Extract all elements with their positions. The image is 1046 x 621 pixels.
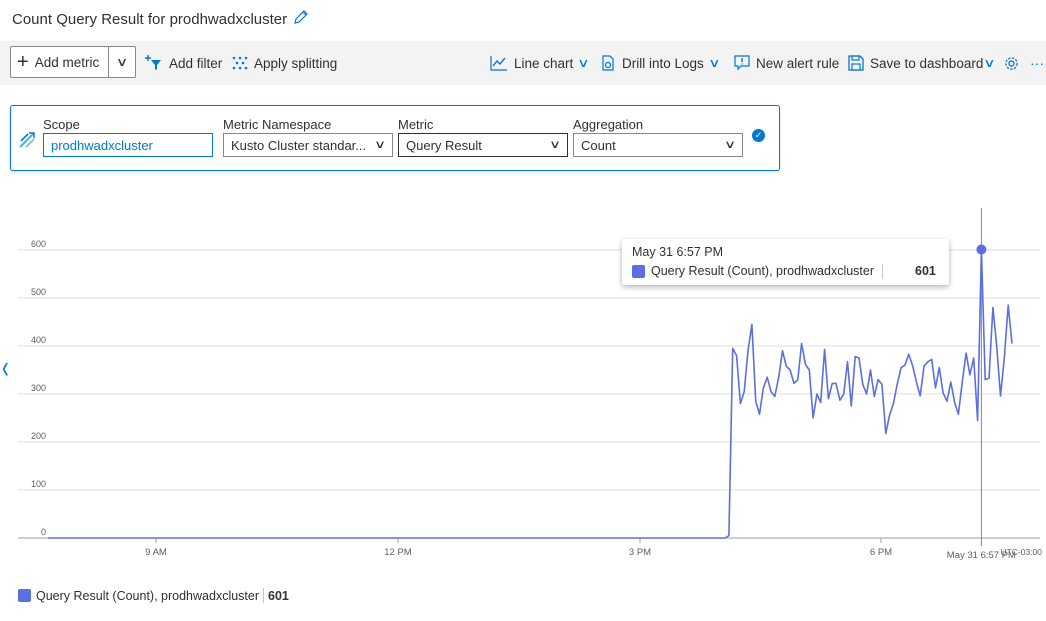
x-tick-label: 3 PM xyxy=(629,547,651,558)
legend-separator xyxy=(263,588,265,603)
legend-value: 601 xyxy=(268,588,289,603)
tooltip-value: 601 xyxy=(915,264,936,278)
more-label: ··· xyxy=(1030,55,1044,71)
metric-value: Query Result xyxy=(406,137,482,153)
edit-title-pencil-icon[interactable] xyxy=(293,9,309,30)
settings-button[interactable] xyxy=(1003,41,1020,85)
chevron-down-icon: ∨ xyxy=(577,56,590,70)
tooltip-series-swatch xyxy=(632,265,645,278)
confirm-check-icon[interactable]: ✓ xyxy=(752,129,765,142)
tooltip-time: May 31 6:57 PM xyxy=(632,245,724,259)
scope-field[interactable]: prodhwadxcluster xyxy=(43,133,213,157)
save-to-dashboard-label: Save to dashboard xyxy=(870,55,984,71)
timezone-label: UTC-03:00 xyxy=(1000,547,1042,557)
more-options-button[interactable]: ··· xyxy=(1030,41,1044,85)
apply-splitting-label: Apply splitting xyxy=(254,55,338,71)
metric-label: Metric xyxy=(398,117,434,132)
add-filter-label: Add filter xyxy=(169,55,223,71)
chevron-down-icon: ∨ xyxy=(723,139,737,151)
page-title: Count Query Result for prodhwadxcluster xyxy=(12,9,309,30)
metric-namespace-value: Kusto Cluster standar... xyxy=(231,137,367,153)
add-filter-button[interactable]: Add filter xyxy=(145,41,222,85)
save-icon xyxy=(848,55,864,71)
kusto-cluster-icon xyxy=(18,131,36,154)
add-filter-icon xyxy=(145,55,163,71)
scope-label: Scope xyxy=(43,117,80,132)
new-alert-rule-label: New alert rule xyxy=(756,55,840,71)
hover-tooltip: May 31 6:57 PM Query Result (Count), pro… xyxy=(622,239,949,285)
y-tick-label: 500 xyxy=(31,287,46,297)
drill-into-logs-label: Drill into Logs xyxy=(622,55,704,71)
chevron-down-icon: ∨ xyxy=(708,56,721,70)
chevron-down-icon: ∨ xyxy=(373,139,387,151)
apply-splitting-button[interactable]: Apply splitting xyxy=(232,41,337,85)
y-tick-label: 600 xyxy=(31,239,46,249)
metric-selector-panel: Scope prodhwadxcluster Metric Namespace … xyxy=(10,105,780,171)
x-tick-label: 6 PM xyxy=(870,547,892,558)
chart-legend[interactable]: Query Result (Count), prodhwadxcluster 6… xyxy=(18,588,289,603)
page-title-text: Count Query Result for prodhwadxcluster xyxy=(12,11,288,28)
chevron-down-icon: ∨ xyxy=(983,56,996,70)
plus-icon: + xyxy=(17,51,29,73)
metric-namespace-select[interactable]: Kusto Cluster standar... ∨ xyxy=(223,133,393,157)
y-tick-label: 300 xyxy=(31,383,46,393)
hover-data-point xyxy=(976,244,987,255)
y-tick-label: 200 xyxy=(31,431,46,441)
add-metric-button[interactable]: + Add metric xyxy=(11,47,109,77)
aggregation-value: Count xyxy=(581,137,616,153)
x-tick-label: 12 PM xyxy=(384,547,412,558)
splitting-icon xyxy=(232,55,248,71)
scope-value: prodhwadxcluster xyxy=(51,137,153,153)
tooltip-series-name: Query Result (Count), prodhwadxcluster xyxy=(651,264,875,278)
new-alert-rule-button[interactable]: New alert rule xyxy=(734,41,839,85)
logs-icon xyxy=(600,55,616,71)
y-tick-label: 100 xyxy=(31,479,46,489)
add-metric-split-button[interactable]: + Add metric ∨ xyxy=(10,46,136,78)
y-tick-label: 400 xyxy=(31,335,46,345)
alert-icon xyxy=(734,55,750,71)
add-metric-dropdown-chevron-icon[interactable]: ∨ xyxy=(104,55,140,69)
metric-namespace-label: Metric Namespace xyxy=(223,117,332,132)
aggregation-label: Aggregation xyxy=(573,117,644,132)
y-tick-label: 0 xyxy=(41,527,46,537)
gear-icon xyxy=(1003,55,1020,72)
drill-into-logs-dropdown[interactable]: Drill into Logs ∨ xyxy=(600,41,721,85)
line-chart-icon xyxy=(490,55,508,71)
tooltip-separator xyxy=(882,264,883,279)
legend-swatch xyxy=(18,589,31,602)
aggregation-select[interactable]: Count ∨ xyxy=(573,133,743,157)
line-chart-label: Line chart xyxy=(514,55,574,71)
legend-series-name: Query Result (Count), prodhwadxcluster xyxy=(36,588,260,603)
line-chart-dropdown[interactable]: Line chart ∨ xyxy=(490,41,590,85)
metric-select[interactable]: Query Result ∨ xyxy=(398,133,568,157)
chevron-down-icon: ∨ xyxy=(548,139,562,151)
x-tick-label: 9 AM xyxy=(145,547,167,558)
add-metric-label: Add metric xyxy=(34,54,100,70)
save-to-dashboard-dropdown[interactable]: Save to dashboard ∨ xyxy=(848,41,996,85)
